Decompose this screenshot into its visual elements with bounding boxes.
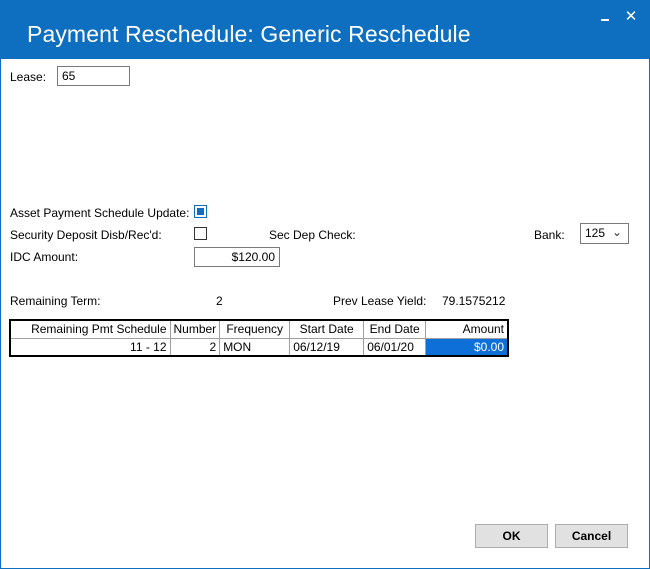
title-bar: Payment Reschedule: Generic Reschedule ✕ bbox=[1, 1, 649, 59]
col-frequency[interactable]: Frequency bbox=[219, 319, 291, 339]
chevron-down-icon: ⌄ bbox=[611, 225, 622, 239]
close-icon[interactable]: ✕ bbox=[623, 9, 639, 25]
window-title: Payment Reschedule: Generic Reschedule bbox=[27, 21, 471, 47]
col-number[interactable]: Number bbox=[169, 319, 221, 339]
security-deposit-checkbox[interactable] bbox=[194, 227, 207, 240]
col-start-date[interactable]: Start Date bbox=[289, 319, 365, 339]
grid-header-row: Remaining Pmt Schedule Number Frequency … bbox=[9, 319, 509, 339]
minimize-icon[interactable] bbox=[598, 9, 614, 25]
remaining-term-label: Remaining Term: bbox=[10, 294, 101, 308]
bank-value: 125 bbox=[585, 226, 606, 240]
col-amount[interactable]: Amount bbox=[425, 319, 509, 339]
ok-button[interactable]: OK bbox=[475, 524, 548, 548]
col-remaining-pmt-schedule[interactable]: Remaining Pmt Schedule bbox=[9, 319, 171, 339]
cell-amount[interactable]: $0.00 bbox=[425, 337, 509, 357]
col-end-date[interactable]: End Date bbox=[363, 319, 427, 339]
idc-amount-label: IDC Amount: bbox=[10, 250, 79, 264]
security-deposit-label: Security Deposit Disb/Rec'd: bbox=[10, 228, 162, 242]
remaining-term-value: 2 bbox=[216, 294, 223, 308]
cancel-button[interactable]: Cancel bbox=[555, 524, 628, 548]
prev-lease-yield-value: 79.1575212 bbox=[442, 294, 506, 308]
payment-reschedule-window: Payment Reschedule: Generic Reschedule ✕… bbox=[0, 0, 650, 569]
prev-lease-yield-label: Prev Lease Yield: bbox=[333, 294, 427, 308]
bank-select[interactable]: 125 ⌄ bbox=[580, 223, 629, 244]
cell-frequency[interactable]: MON bbox=[219, 337, 291, 357]
cell-end-date[interactable]: 06/01/20 bbox=[363, 337, 427, 357]
sec-dep-check-label: Sec Dep Check: bbox=[269, 228, 356, 242]
cell-start-date[interactable]: 06/12/19 bbox=[289, 337, 365, 357]
idc-amount-input[interactable]: $120.00 bbox=[194, 247, 280, 267]
cell-remaining-pmt-schedule[interactable]: 11 - 12 bbox=[9, 337, 171, 357]
lease-label: Lease: bbox=[10, 70, 47, 84]
asset-update-label: Asset Payment Schedule Update: bbox=[10, 206, 190, 220]
cell-number[interactable]: 2 bbox=[169, 337, 221, 357]
payment-schedule-grid[interactable]: Remaining Pmt Schedule Number Frequency … bbox=[9, 319, 509, 357]
lease-input[interactable]: 65 bbox=[57, 66, 130, 86]
bank-label: Bank: bbox=[534, 228, 565, 242]
asset-update-checkbox[interactable] bbox=[194, 205, 207, 218]
table-row[interactable]: 11 - 12 2 MON 06/12/19 06/01/20 $0.00 bbox=[9, 337, 509, 357]
